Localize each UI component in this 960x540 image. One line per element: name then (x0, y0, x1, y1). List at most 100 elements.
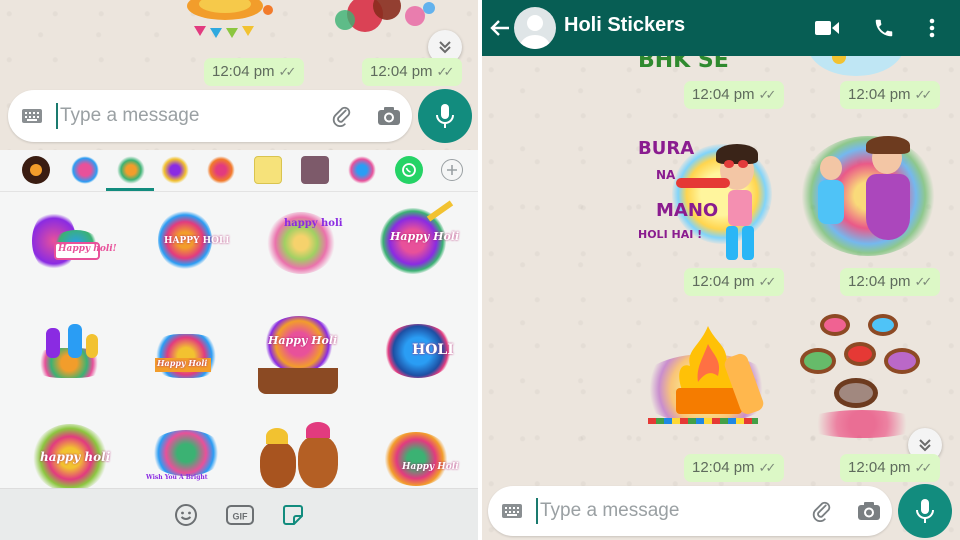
message-composer: Type a message (8, 90, 412, 142)
message-input[interactable]: Type a message (56, 90, 318, 142)
sticker-colour-bowls[interactable] (800, 314, 930, 444)
left-chat-area: 12:04 pm ✓✓ 12:04 pm ✓✓ Type a message (0, 0, 478, 150)
add-sticker-pack-button[interactable] (441, 159, 463, 181)
message-time-bubble: 12:04 pm ✓✓ (684, 454, 785, 482)
text-cursor (536, 498, 538, 524)
message-time: 12:04 pm (692, 273, 755, 290)
sticker-item[interactable]: Wish You A Bright (144, 428, 228, 492)
sticker-label: Happy Holi (268, 334, 338, 347)
sticker-item[interactable]: Happy Holi (256, 316, 340, 396)
sticker-label: happy holi (40, 450, 111, 464)
right-chat-area: BHK SE 12:04 pm ✓✓ 12:04 pm ✓✓ BURA NA M… (482, 56, 960, 540)
svg-text:GIF: GIF (233, 512, 249, 522)
message-composer: Type a message (488, 486, 892, 536)
message-time: 12:04 pm (370, 63, 433, 80)
sticker-item[interactable]: Happy Holi (145, 312, 227, 394)
gif-icon[interactable]: GIF (224, 501, 256, 529)
message-time-bubble: 12:04 pm ✓✓ (840, 268, 941, 296)
sticker-label: HAPPY HOLI (164, 236, 230, 246)
sticker-item[interactable] (30, 320, 108, 390)
read-ticks-icon: ✓✓ (758, 274, 777, 289)
sticker-tab-recent[interactable] (22, 156, 50, 184)
sticker-label: happy holi (284, 218, 343, 229)
sticker-tab-pack-4[interactable] (207, 156, 235, 184)
sticker-label: Happy Holi (402, 462, 459, 472)
sticker-label: Happy holi! (58, 244, 117, 254)
sticker-label: Happy Holi (157, 358, 208, 368)
mic-button[interactable] (898, 484, 952, 538)
message-input[interactable]: Type a message (536, 486, 798, 536)
sticker-tab-pack-5[interactable] (254, 156, 282, 184)
partial-sticker-splash[interactable] (802, 56, 912, 78)
sticker-caption-line: MANO (656, 200, 719, 221)
message-time: 12:04 pm (848, 273, 911, 290)
message-time: 12:04 pm (692, 459, 755, 476)
sticker-icon[interactable] (279, 501, 307, 529)
sticker-bura-na-mano[interactable]: BURA NA MANO HOLI HAI ! (632, 130, 782, 266)
voice-call-icon[interactable] (870, 14, 898, 42)
chevron-double-down-icon (439, 41, 451, 54)
sticker-label: Wish You A Bright (146, 474, 208, 481)
right-chat-pane: Holi Stickers BHK SE 12:04 pm ✓✓ 12:04 p… (482, 0, 960, 540)
sticker-item[interactable]: Happy Holi (380, 428, 459, 490)
message-input-placeholder: Type a message (540, 500, 680, 521)
keyboard-icon[interactable] (488, 486, 536, 536)
message-time-bubble: 12:04 pm ✓✓ (684, 81, 785, 109)
message-time: 12:04 pm (212, 63, 275, 80)
sticker-item[interactable]: HOLI (378, 318, 458, 384)
back-arrow-icon[interactable] (486, 14, 514, 42)
read-ticks-icon: ✓✓ (278, 64, 297, 79)
text-cursor (56, 103, 58, 129)
sticker-item[interactable]: HAPPY HOLI (150, 206, 229, 276)
chat-header: Holi Stickers (482, 0, 960, 56)
partial-sticker-text[interactable]: BHK SE (632, 56, 772, 78)
keyboard-icon[interactable] (8, 90, 56, 142)
sticker-tab-pack-6[interactable] (301, 156, 329, 184)
screenshot-root: 12:04 pm ✓✓ 12:04 pm ✓✓ Type a message H… (0, 0, 960, 540)
sticker-tray-bottom-bar: GIF (0, 488, 478, 540)
whatsapp-icon (402, 163, 416, 177)
contact-avatar[interactable] (514, 7, 556, 49)
camera-icon[interactable] (366, 90, 412, 142)
read-ticks-icon: ✓✓ (914, 460, 933, 475)
sticker-holi-couple[interactable] (792, 126, 942, 266)
sticker-tab-whatsapp[interactable] (395, 156, 423, 184)
video-call-icon[interactable] (812, 14, 842, 42)
more-options-icon[interactable] (920, 14, 944, 42)
partial-sticker-rangoli[interactable] (170, 0, 280, 40)
sticker-label: HOLI (412, 342, 454, 358)
message-time-bubble: 12:04 pm ✓✓ (684, 268, 785, 296)
message-time: 12:04 pm (692, 86, 755, 103)
message-time-bubble: 12:04 pm ✓✓ (204, 58, 305, 86)
emoji-icon[interactable] (172, 501, 200, 529)
sticker-caption-line: NA (656, 168, 676, 182)
read-ticks-icon: ✓✓ (914, 274, 933, 289)
sticker-item[interactable]: Happy holi! (30, 204, 117, 280)
default-avatar-icon (520, 15, 550, 49)
partial-sticker-colors[interactable] (325, 0, 445, 44)
camera-icon[interactable] (846, 486, 892, 536)
sticker-item[interactable]: happy holi (262, 204, 343, 280)
mic-icon (916, 499, 934, 523)
message-time: 12:04 pm (848, 459, 911, 476)
sticker-item[interactable] (258, 422, 340, 492)
sticker-tab-pack-2[interactable] (117, 156, 145, 184)
sticker-grid: Happy holi! HAPPY HOLI happy holi Happy … (0, 192, 478, 492)
sticker-holika-bonfire[interactable] (632, 324, 782, 444)
read-ticks-icon: ✓✓ (758, 87, 777, 102)
chat-title[interactable]: Holi Stickers (564, 14, 685, 37)
attach-icon[interactable] (798, 486, 846, 536)
plus-icon (447, 165, 457, 175)
read-ticks-icon: ✓✓ (436, 64, 455, 79)
sticker-tab-pack-7[interactable] (348, 156, 376, 184)
attach-icon[interactable] (318, 90, 366, 142)
sticker-tab-pack-3[interactable] (161, 156, 189, 184)
sticker-item[interactable]: happy holi (30, 424, 110, 492)
sticker-tab-pack-1[interactable] (71, 156, 99, 184)
message-input-placeholder: Type a message (60, 105, 200, 126)
sticker-item[interactable]: Happy Holi (376, 200, 459, 282)
mic-button[interactable] (418, 89, 472, 143)
message-time-bubble: 12:04 pm ✓✓ (362, 58, 463, 86)
read-ticks-icon: ✓✓ (914, 87, 933, 102)
sticker-tray: Happy holi! HAPPY HOLI happy holi Happy … (0, 150, 478, 540)
